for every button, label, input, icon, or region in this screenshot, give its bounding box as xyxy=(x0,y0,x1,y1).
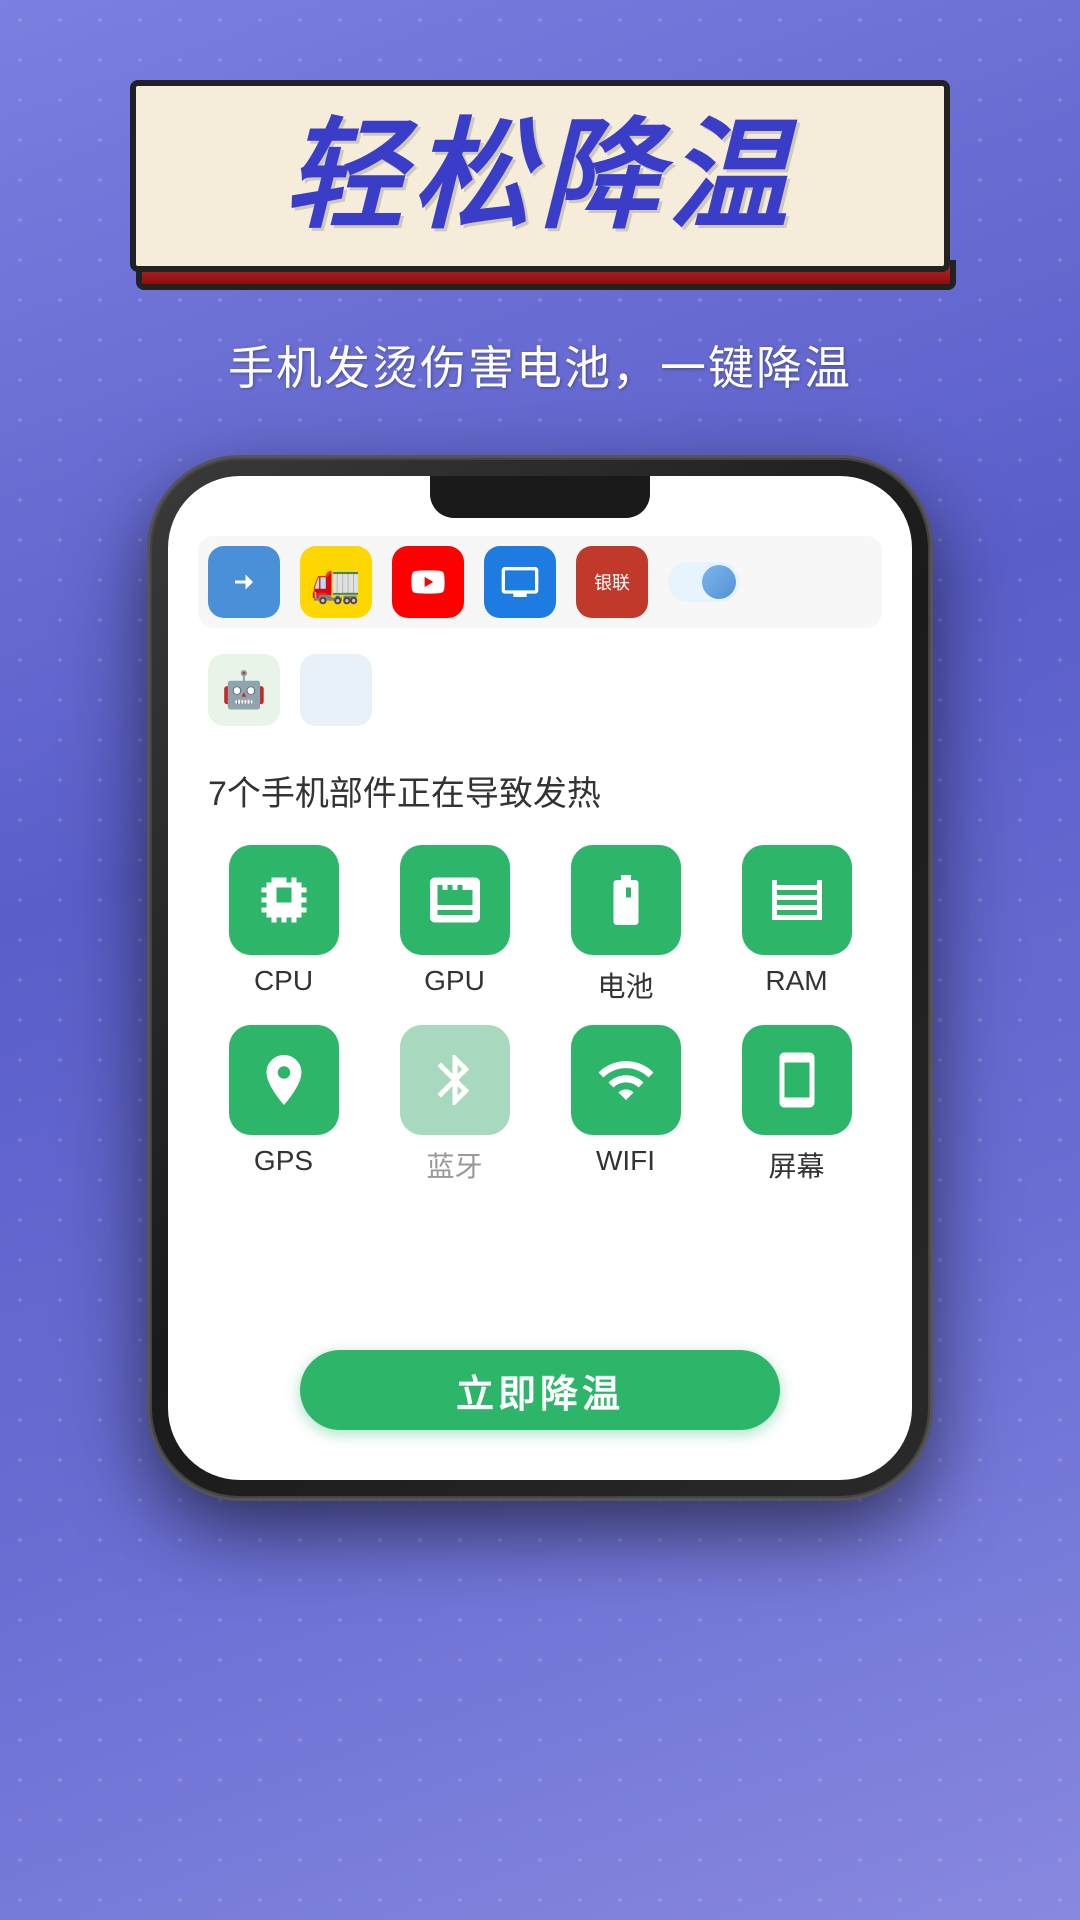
component-screen[interactable]: 屏幕 xyxy=(721,1025,872,1185)
phone-screen: 🚛 银联 xyxy=(168,476,912,1480)
battery-icon xyxy=(596,870,656,930)
screen-icon xyxy=(767,1050,827,1110)
wifi-icon-bg xyxy=(571,1025,681,1135)
screen-label: 屏幕 xyxy=(768,1145,824,1185)
bluetooth-icon xyxy=(425,1050,485,1110)
component-wifi[interactable]: WIFI xyxy=(550,1025,701,1185)
subtitle: 手机发烫伤害电池，一键降温 xyxy=(228,332,852,398)
cool-button-text: 立即降温 xyxy=(456,1363,624,1418)
component-ram[interactable]: RAM xyxy=(721,845,872,1005)
phone-mockup: 🚛 银联 xyxy=(150,458,930,1498)
gpu-label: GPU xyxy=(424,965,485,997)
screen-icon-bg xyxy=(742,1025,852,1135)
gps-label: GPS xyxy=(254,1145,313,1177)
cpu-icon-bg xyxy=(229,845,339,955)
phone-outer: 🚛 银联 xyxy=(150,458,930,1498)
battery-label: 电池 xyxy=(597,965,653,1005)
phone-notch xyxy=(430,476,650,518)
app-icon-pay[interactable]: 银联 xyxy=(576,546,648,618)
ram-label: RAM xyxy=(765,965,827,997)
component-bluetooth[interactable]: 蓝牙 xyxy=(379,1025,530,1185)
cpu-icon xyxy=(254,870,314,930)
ram-icon-bg xyxy=(742,845,852,955)
ram-icon xyxy=(767,870,827,930)
title-banner-inner: 轻松降温 xyxy=(130,80,950,272)
wifi-label: WIFI xyxy=(596,1145,655,1177)
bluetooth-label: 蓝牙 xyxy=(426,1145,482,1185)
gpu-icon-bg xyxy=(400,845,510,955)
component-grid: CPU GPU xyxy=(198,845,882,1185)
gpu-icon xyxy=(425,870,485,930)
component-gpu[interactable]: GPU xyxy=(379,845,530,1005)
main-title: 轻松降温 xyxy=(284,109,796,243)
app-icon-empty xyxy=(300,654,372,726)
app-icon-youtube[interactable] xyxy=(392,546,464,618)
gps-icon xyxy=(254,1050,314,1110)
component-gps[interactable]: GPS xyxy=(208,1025,359,1185)
cool-button[interactable]: 立即降温 xyxy=(300,1350,780,1430)
toggle-knob xyxy=(702,565,736,599)
app-icon-tv[interactable] xyxy=(484,546,556,618)
app-icon-bot[interactable]: 🤖 xyxy=(208,654,280,726)
cpu-label: CPU xyxy=(254,965,313,997)
screen-content: 🚛 银联 xyxy=(168,476,912,1480)
app-icon-truck[interactable]: 🚛 xyxy=(300,546,372,618)
component-battery[interactable]: 电池 xyxy=(550,845,701,1005)
component-cpu[interactable]: CPU xyxy=(208,845,359,1005)
gps-icon-bg xyxy=(229,1025,339,1135)
app-icon-toggle[interactable] xyxy=(668,562,740,602)
app-icon-arrow[interactable] xyxy=(208,546,280,618)
wifi-icon xyxy=(596,1050,656,1110)
main-content: 轻松降温 手机发烫伤害电池，一键降温 🚛 xyxy=(0,0,1080,1498)
battery-icon-bg xyxy=(571,845,681,955)
title-banner: 轻松降温 xyxy=(130,80,950,272)
app-icons-row-1: 🚛 银联 xyxy=(198,536,882,628)
bluetooth-icon-bg xyxy=(400,1025,510,1135)
app-icons-row-2: 🤖 xyxy=(198,644,882,736)
heating-text: 7个手机部件正在导致发热 xyxy=(208,766,882,815)
